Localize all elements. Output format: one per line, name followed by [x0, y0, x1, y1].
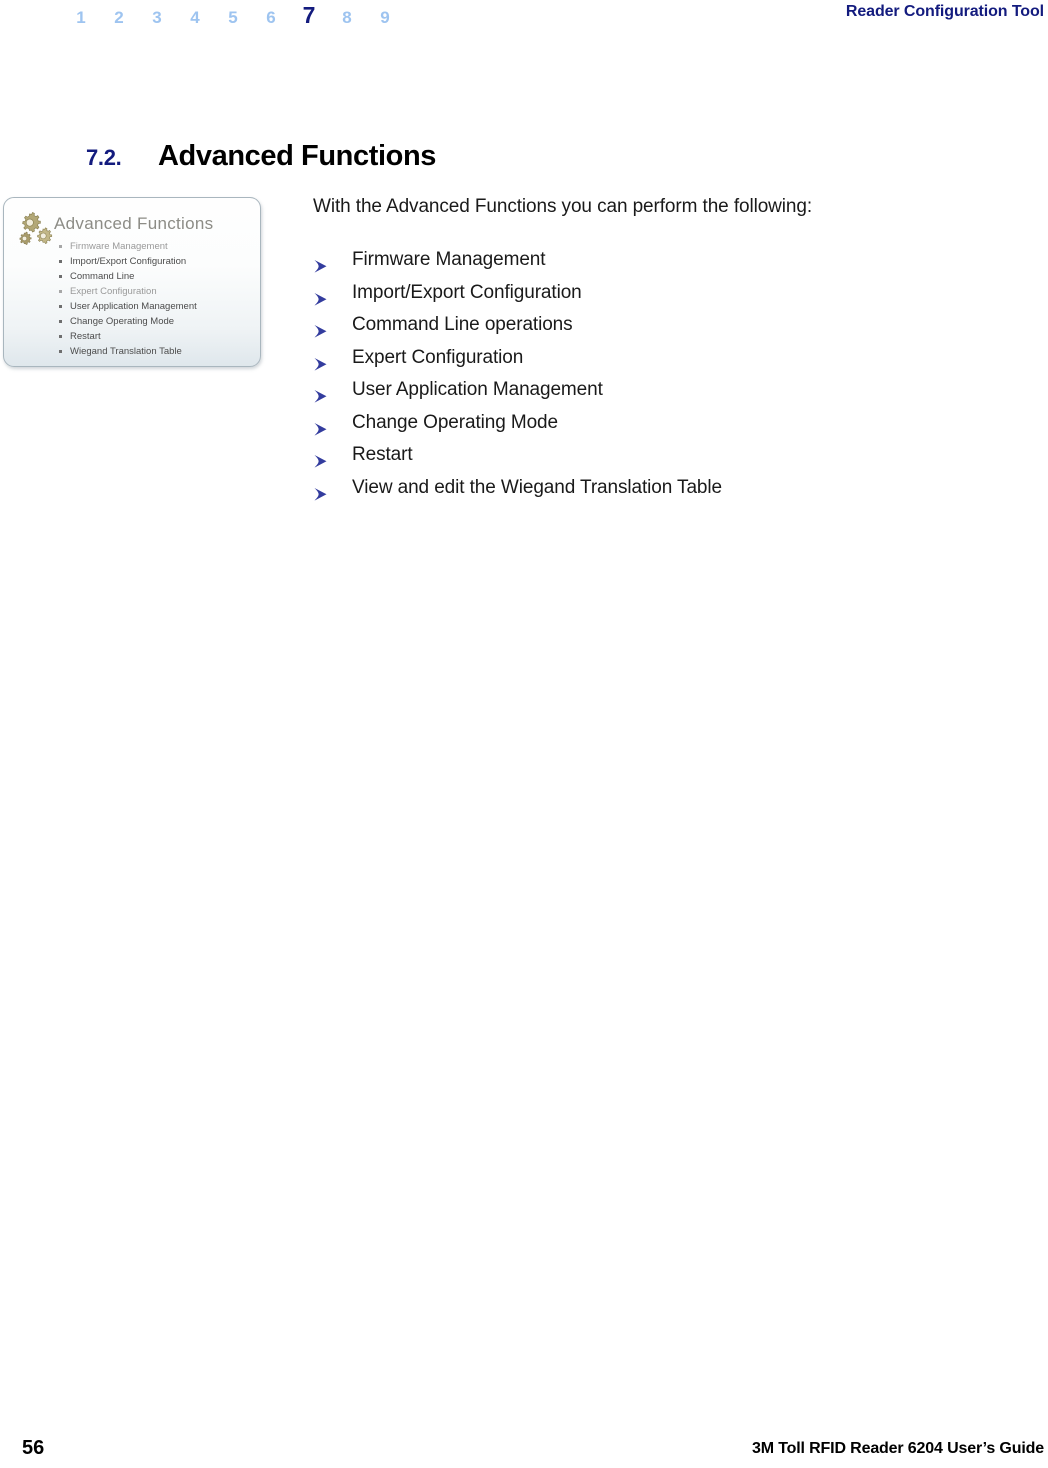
section-title: Advanced Functions [158, 140, 436, 172]
panel-list-item[interactable]: Restart [59, 329, 197, 344]
panel-list-item[interactable]: Firmware Management [59, 239, 197, 254]
advanced-functions-bullet-list: Firmware Management Import/Export Configu… [313, 244, 722, 504]
chevron-right-icon [313, 448, 332, 468]
chapter-number-8[interactable]: 8 [328, 5, 366, 31]
bullet-label: Import/Export Configuration [352, 281, 582, 303]
bullet-list-item: View and edit the Wiegand Translation Ta… [313, 472, 722, 505]
section-heading: 7.2. Advanced Functions [86, 140, 436, 180]
bullet-label: Restart [352, 444, 413, 465]
bullet-list-item: Firmware Management [313, 244, 722, 277]
bullet-list-item: Import/Export Configuration [313, 277, 722, 310]
bullet-list-item: User Application Management [313, 374, 722, 407]
panel-list-item[interactable]: Command Line [59, 269, 197, 284]
bullet-label: Firmware Management [352, 249, 546, 270]
chevron-right-icon [313, 286, 332, 306]
chevron-right-icon [313, 416, 332, 436]
bullet-label: Expert Configuration [352, 346, 524, 368]
panel-list-item[interactable]: Expert Configuration [59, 284, 197, 299]
bullet-label: Change Operating Mode [352, 411, 558, 433]
advanced-functions-panel-figure: Advanced Functions Firmware Management Im… [3, 197, 261, 367]
bullet-list-item: Restart [313, 439, 722, 472]
chapter-number-9[interactable]: 9 [366, 5, 404, 31]
footer-guide-title: 3M Toll RFID Reader 6204 User’s Guide [751, 1440, 1044, 1457]
bullet-label: View and edit the Wiegand Translation Ta… [352, 476, 722, 498]
chevron-right-icon [313, 383, 332, 403]
chapter-number-4[interactable]: 4 [176, 5, 214, 31]
header-title: Reader Configuration Tool [845, 3, 1044, 20]
chevron-right-icon [313, 318, 332, 338]
panel-title: Advanced Functions [54, 214, 214, 233]
chevron-right-icon [313, 351, 332, 371]
chapter-number-2[interactable]: 2 [100, 5, 138, 31]
bullet-label: Command Line operations [352, 314, 573, 335]
bullet-list-item: Change Operating Mode [313, 407, 722, 440]
chapter-number-1[interactable]: 1 [62, 5, 100, 31]
chapter-number-7[interactable]: 7 [290, 2, 328, 28]
bullet-list-item: Command Line operations [313, 309, 722, 342]
panel-list-item[interactable]: Wiegand Translation Table [59, 344, 197, 359]
intro-paragraph: With the Advanced Functions you can perf… [313, 196, 813, 217]
panel-function-list: Firmware Management Import/Export Configu… [59, 239, 197, 359]
panel-list-item[interactable]: User Application Management [59, 299, 197, 314]
chevron-right-icon [313, 481, 332, 501]
panel-inner: Advanced Functions Firmware Management Im… [4, 198, 260, 366]
bullet-label: User Application Management [352, 379, 603, 400]
chapter-number-6[interactable]: 6 [252, 5, 290, 31]
page-header: 123456789 Reader Configuration Tool [0, 0, 1048, 40]
section-number: 7.2. [86, 145, 122, 170]
bullet-list-item: Expert Configuration [313, 342, 722, 375]
chevron-right-icon [313, 253, 332, 273]
panel-list-item[interactable]: Import/Export Configuration [59, 254, 197, 269]
page-footer: 56 3M Toll RFID Reader 6204 User’s Guide [0, 1428, 1048, 1468]
gears-icon [16, 211, 54, 251]
panel-list-item[interactable]: Change Operating Mode [59, 314, 197, 329]
footer-page-number: 56 [22, 1437, 45, 1459]
chapter-number-5[interactable]: 5 [214, 5, 252, 31]
chapter-navigation: 123456789 [62, 2, 404, 31]
chapter-number-3[interactable]: 3 [138, 5, 176, 31]
